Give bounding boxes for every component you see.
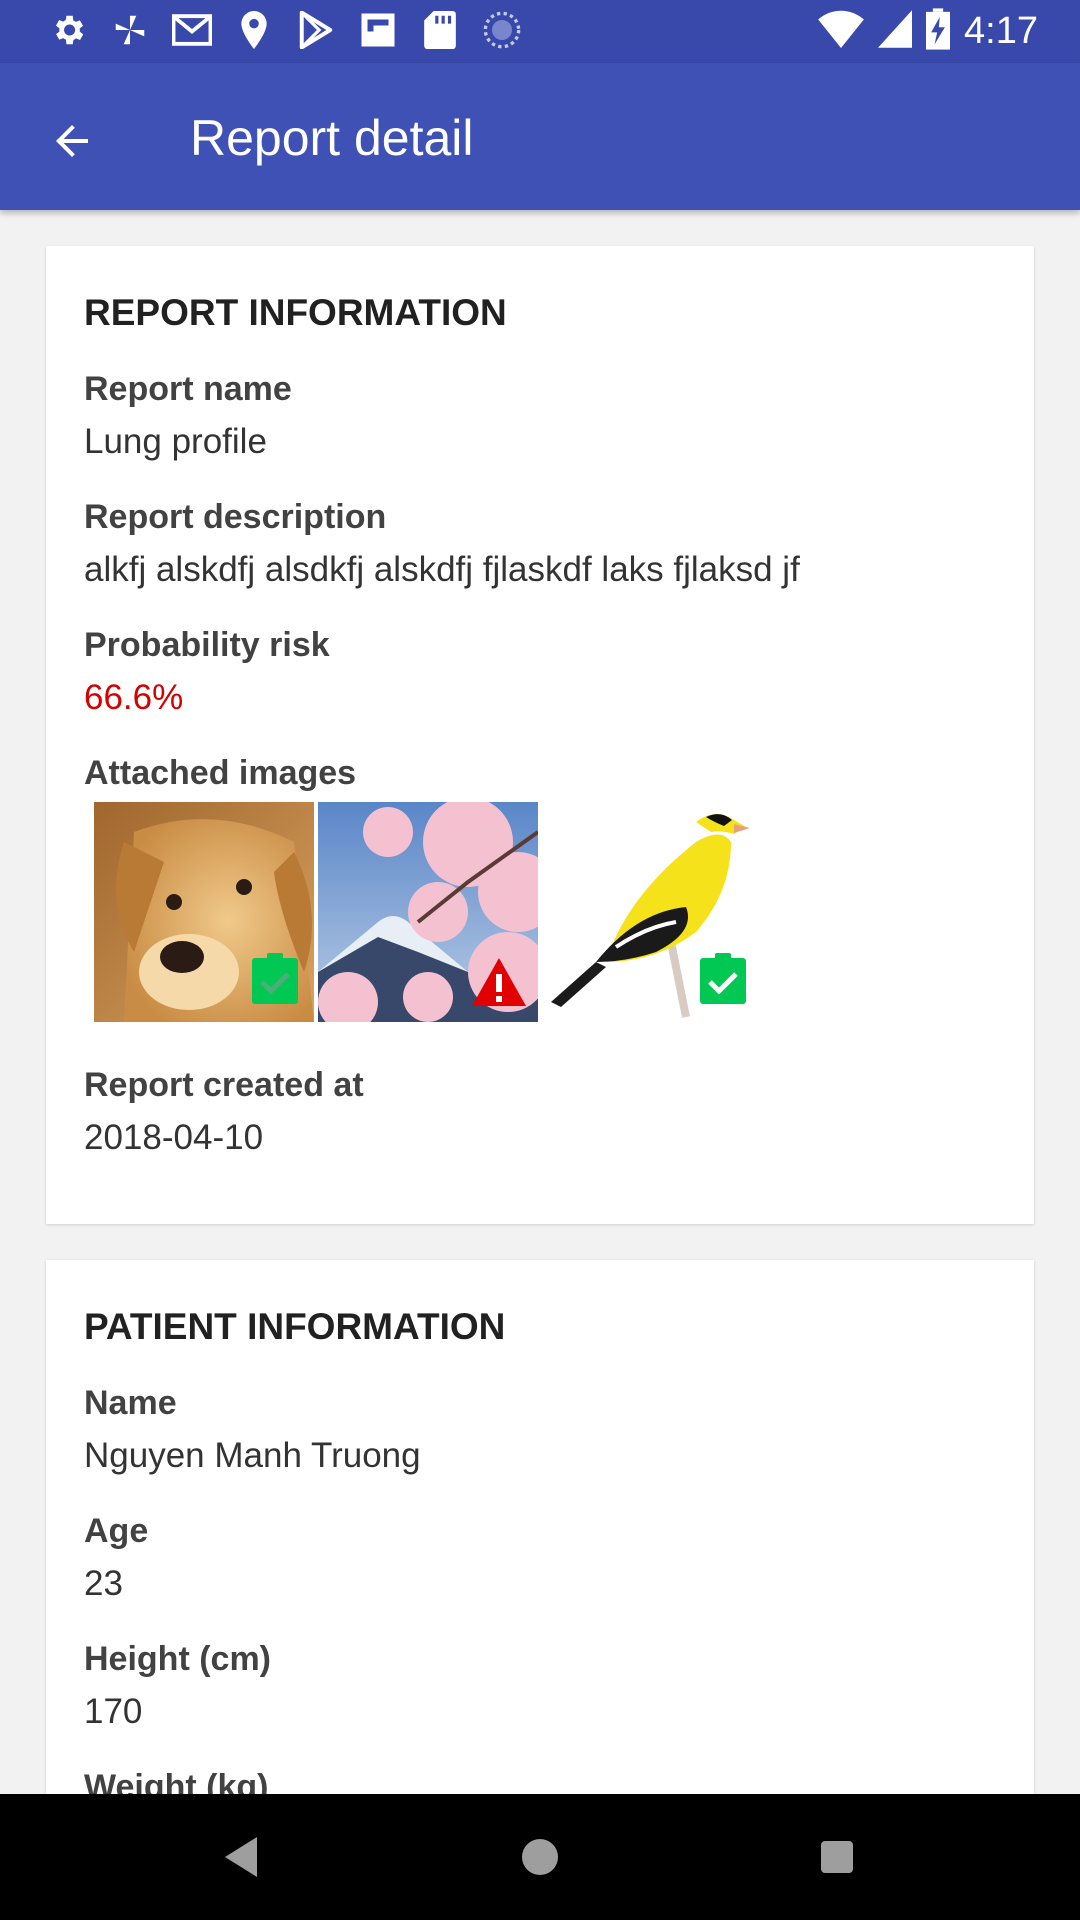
report-created-label: Report created at (84, 1066, 364, 1104)
attached-images-label: Attached images (84, 754, 357, 792)
sync-circle-icon (482, 10, 522, 50)
play-store-icon (296, 10, 336, 50)
arrow-back-icon (56, 125, 88, 157)
location-icon (234, 10, 274, 50)
notification-icons (48, 10, 522, 50)
patient-information-card: PATIENT INFORMATION Name Nguyen Manh Tru… (46, 1260, 1034, 1794)
app-bar: Report detail (0, 63, 1080, 210)
nav-recents-button[interactable] (802, 1822, 872, 1892)
warning-icon (472, 958, 526, 1006)
patient-weight-label: Weight (kg) (84, 1768, 269, 1794)
screen: 4:17 Report detail REPORT INFORMATION Re… (0, 0, 1080, 1920)
attached-image-goldfinch[interactable] (546, 802, 766, 1022)
report-information-title: REPORT INFORMATION (84, 292, 507, 333)
wifi-icon (818, 10, 864, 53)
home-circle-icon (522, 1839, 558, 1875)
report-created-value: 2018-04-10 (84, 1118, 264, 1157)
patient-age-label: Age (84, 1512, 149, 1550)
attached-image-dog[interactable] (94, 802, 314, 1022)
clipboard-check-icon (700, 953, 746, 1004)
back-triangle-icon (225, 1837, 257, 1877)
nav-home-button[interactable] (505, 1822, 575, 1892)
signal-icon (878, 10, 913, 53)
nav-back-button[interactable] (206, 1822, 276, 1892)
system-status: 4:17 (818, 8, 1038, 55)
sd-card-icon (420, 10, 460, 50)
report-name-label: Report name (84, 370, 292, 408)
clock-time: 4:17 (964, 10, 1038, 52)
patient-information-title: PATIENT INFORMATION (84, 1306, 506, 1347)
battery-charging-icon (926, 8, 951, 55)
patient-height-value: 170 (84, 1692, 143, 1731)
patient-height-label: Height (cm) (84, 1640, 271, 1678)
pinwheel-icon (110, 10, 150, 50)
patient-name-label: Name (84, 1384, 177, 1422)
page-title: Report detail (190, 110, 474, 166)
recents-square-icon (821, 1841, 853, 1873)
gmail-icon (172, 10, 212, 50)
flipboard-icon (358, 10, 398, 50)
attached-image-cherry-blossom[interactable] (318, 802, 538, 1022)
probability-risk-label: Probability risk (84, 626, 330, 664)
settings-icon (48, 10, 88, 50)
navigation-bar (0, 1794, 1080, 1920)
report-description-value: alkfj alskdfj alsdkfj alskdfj fjlaskdf l… (84, 550, 800, 589)
report-name-value: Lung profile (84, 422, 267, 461)
status-bar: 4:17 (0, 0, 1080, 63)
patient-age-value: 23 (84, 1564, 123, 1603)
back-button[interactable] (34, 103, 110, 179)
report-information-card: REPORT INFORMATION Report name Lung prof… (46, 246, 1034, 1224)
report-description-label: Report description (84, 498, 387, 536)
patient-name-value: Nguyen Manh Truong (84, 1436, 421, 1475)
scroll-content[interactable]: REPORT INFORMATION Report name Lung prof… (0, 210, 1080, 1794)
clipboard-check-icon (252, 953, 298, 1004)
probability-risk-value: 66.6% (84, 678, 184, 717)
